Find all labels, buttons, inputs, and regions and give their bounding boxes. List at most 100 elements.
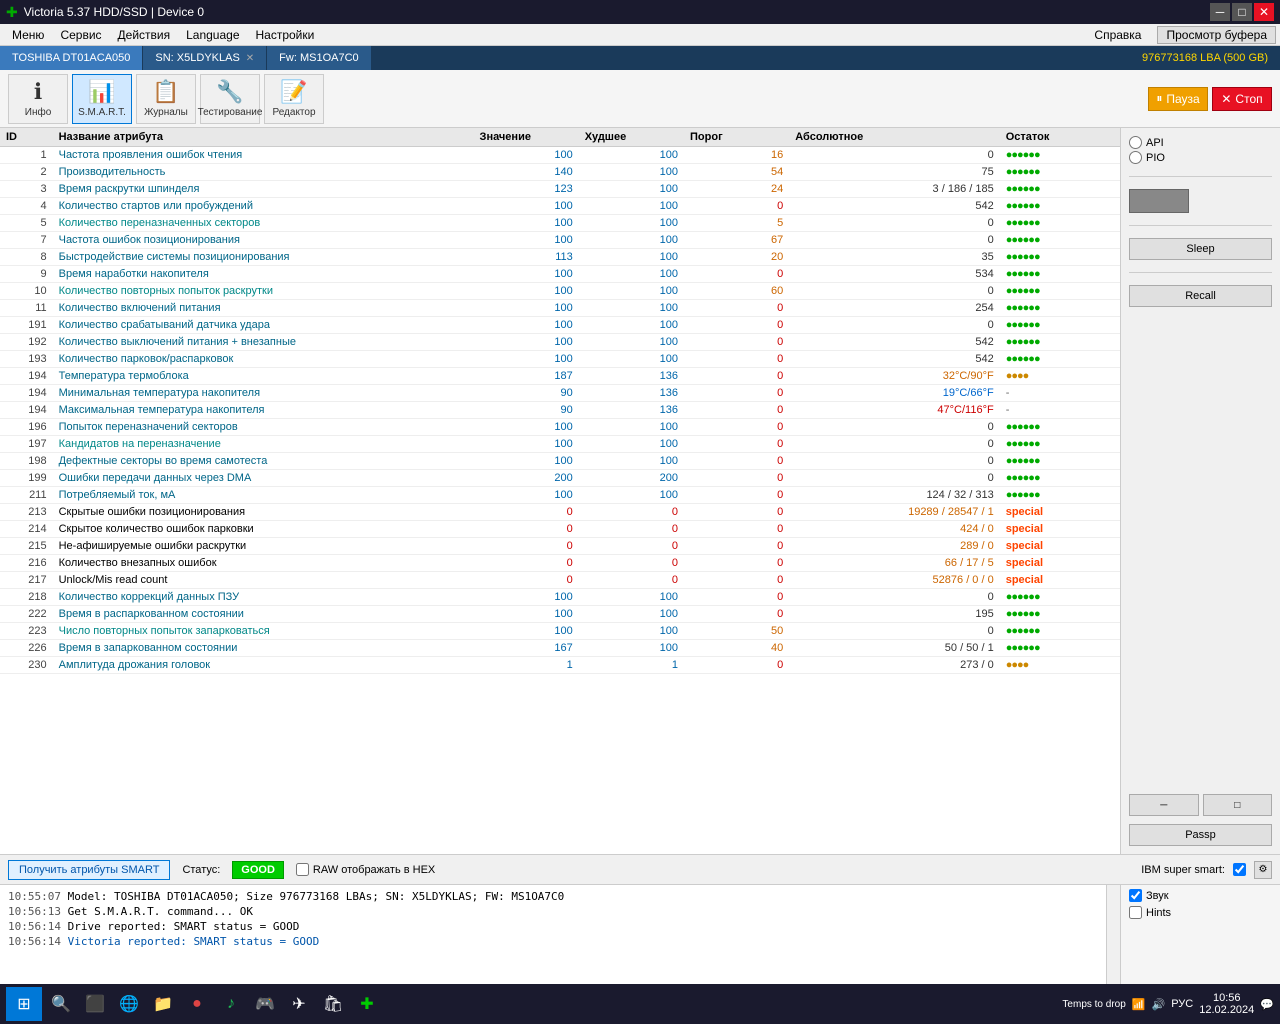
taskbar-edge-icon[interactable]: 🌐: [114, 989, 144, 1019]
taskbar-spotify-icon[interactable]: ♪: [216, 989, 246, 1019]
recall-button[interactable]: Recall: [1129, 285, 1272, 307]
cell-status: ●●●●●●: [1000, 589, 1120, 606]
pio-radio[interactable]: [1129, 151, 1142, 164]
menu-item-settings[interactable]: Настройки: [248, 26, 323, 44]
sound-checkbox-item[interactable]: Звук: [1129, 889, 1272, 902]
testing-label: Тестирование: [198, 107, 263, 118]
pio-radio-item[interactable]: PIO: [1129, 151, 1272, 164]
cell-worst: 0: [579, 504, 684, 521]
log-line: 10:56:13 Get S.M.A.R.T. command... OK: [8, 904, 1098, 919]
cell-name: Ошибки передачи данных через DMA: [53, 470, 474, 487]
cell-status: -: [1000, 402, 1120, 419]
journals-label: Журналы: [144, 107, 188, 118]
raw-hex-checkbox[interactable]: [296, 863, 309, 876]
minimize-button[interactable]: ─: [1210, 3, 1230, 21]
passp-button[interactable]: Passp: [1129, 824, 1272, 846]
log-content[interactable]: 10:55:07 Model: TOSHIBA DT01ACA050; Size…: [0, 885, 1106, 984]
menu-item-help[interactable]: Справка: [1086, 26, 1149, 44]
cell-thresh: 0: [684, 317, 789, 334]
get-smart-button[interactable]: Получить атрибуты SMART: [8, 860, 170, 880]
cell-value: 100: [474, 283, 579, 300]
sleep-button[interactable]: Sleep: [1129, 238, 1272, 260]
start-button[interactable]: ⊞: [6, 987, 42, 1021]
cell-absolute: 254: [789, 300, 999, 317]
ibm-config-button[interactable]: ⚙: [1254, 861, 1272, 879]
hints-checkbox-item[interactable]: Hints: [1129, 906, 1272, 919]
taskbar-victoria-icon[interactable]: ✚: [352, 989, 382, 1019]
bottom-right-button[interactable]: □: [1203, 794, 1273, 816]
cell-status: ●●●●●●: [1000, 606, 1120, 623]
cell-thresh: 0: [684, 351, 789, 368]
cell-value: 100: [474, 334, 579, 351]
cell-status: ●●●●●●: [1000, 232, 1120, 249]
editor-button[interactable]: 📝 Редактор: [264, 74, 324, 124]
cell-value: 90: [474, 385, 579, 402]
cell-id: 1: [0, 147, 53, 164]
cell-id: 194: [0, 402, 53, 419]
bottom-left-button[interactable]: ─: [1129, 794, 1199, 816]
pause-button[interactable]: ⏸ Пауза: [1148, 87, 1208, 111]
menu-item-actions[interactable]: Действия: [110, 26, 179, 44]
tab-close-icon[interactable]: ✕: [246, 53, 254, 64]
smart-button[interactable]: 📊 S.M.A.R.T.: [72, 74, 132, 124]
testing-button[interactable]: 🔧 Тестирование: [200, 74, 260, 124]
table-row: 196 Попыток переназначений секторов 100 …: [0, 419, 1120, 436]
taskbar-taskview-icon[interactable]: ⬛: [80, 989, 110, 1019]
sound-checkbox[interactable]: [1129, 889, 1142, 902]
cell-status: -: [1000, 385, 1120, 402]
cell-absolute: 0: [789, 589, 999, 606]
cell-name: Количество внезапных ошибок: [53, 555, 474, 572]
cell-id: 216: [0, 555, 53, 572]
stop-button[interactable]: ✕ Стоп: [1212, 87, 1272, 111]
taskbar-network-icon: 📶: [1132, 998, 1146, 1011]
taskbar-notification-icon[interactable]: 💬: [1260, 998, 1274, 1011]
cell-id: 9: [0, 266, 53, 283]
cell-absolute: 50 / 50 / 1: [789, 640, 999, 657]
tab-firmware[interactable]: Fw: MS1OA7C0: [267, 46, 371, 70]
cell-id: 230: [0, 657, 53, 674]
taskbar-explorer-icon[interactable]: 📁: [148, 989, 178, 1019]
menu-item-service[interactable]: Сервис: [52, 26, 109, 44]
tab-device-name[interactable]: TOSHIBA DT01ACA050: [0, 46, 143, 70]
smart-table-container[interactable]: ID Название атрибута Значение Худшее Пор…: [0, 128, 1120, 854]
close-button[interactable]: ✕: [1254, 3, 1274, 21]
raw-hex-checkbox-item[interactable]: RAW отображать в HEX: [296, 863, 435, 876]
api-radio-item[interactable]: API: [1129, 136, 1272, 149]
journals-button[interactable]: 📋 Журналы: [136, 74, 196, 124]
menu-item-language[interactable]: Language: [178, 26, 247, 44]
cell-status: ●●●●●●: [1000, 164, 1120, 181]
api-radio[interactable]: [1129, 136, 1142, 149]
info-button[interactable]: ℹ Инфо: [8, 74, 68, 124]
cell-id: 8: [0, 249, 53, 266]
table-row: 193 Количество парковок/распарковок 100 …: [0, 351, 1120, 368]
hints-checkbox[interactable]: [1129, 906, 1142, 919]
taskbar-store-icon[interactable]: 🛍: [318, 989, 348, 1019]
cell-worst: 100: [579, 334, 684, 351]
taskbar-chrome-icon[interactable]: ●: [182, 989, 212, 1019]
cell-absolute: 0: [789, 215, 999, 232]
table-row: 8 Быстродействие системы позиционировани…: [0, 249, 1120, 266]
cell-thresh: 40: [684, 640, 789, 657]
cell-thresh: 16: [684, 147, 789, 164]
menu-item-menu[interactable]: Меню: [4, 26, 52, 44]
cell-name: Кандидатов на переназначение: [53, 436, 474, 453]
maximize-button[interactable]: □: [1232, 3, 1252, 21]
cell-thresh: 0: [684, 385, 789, 402]
cell-name: Unlock/Mis read count: [53, 572, 474, 589]
cell-name: Попыток переназначений секторов: [53, 419, 474, 436]
cell-value: 100: [474, 351, 579, 368]
cell-status: ●●●●●●: [1000, 215, 1120, 232]
log-timestamp: 10:56:14: [8, 935, 61, 948]
ibm-checkbox[interactable]: [1233, 863, 1246, 876]
cell-worst: 100: [579, 300, 684, 317]
cell-name: Количество включений питания: [53, 300, 474, 317]
buffer-button[interactable]: Просмотр буфера: [1157, 26, 1276, 44]
taskbar-steam-icon[interactable]: 🎮: [250, 989, 280, 1019]
tab-serial[interactable]: SN: X5LDYKLAS ✕: [143, 46, 267, 70]
taskbar-clock[interactable]: 10:56 12.02.2024: [1199, 992, 1254, 1016]
taskbar-telegram-icon[interactable]: ✈: [284, 989, 314, 1019]
cell-name: Скрытое количество ошибок парковки: [53, 521, 474, 538]
taskbar-search-icon[interactable]: 🔍: [46, 989, 76, 1019]
log-scrollbar[interactable]: [1106, 885, 1120, 984]
cell-status: ●●●●●●: [1000, 147, 1120, 164]
